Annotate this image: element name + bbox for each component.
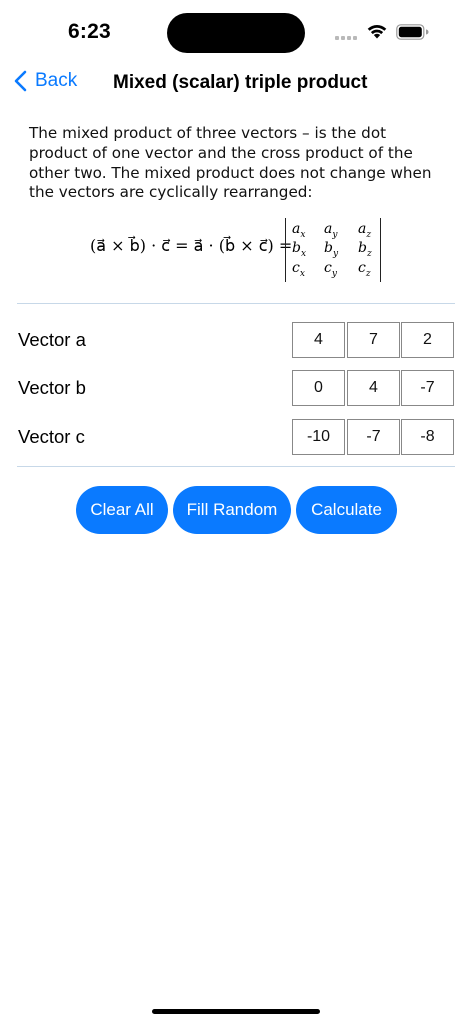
vector-b-z-input[interactable]: -7 [401, 370, 454, 406]
matrix-cell: cz [358, 260, 371, 279]
vector-c-z-input[interactable]: -8 [401, 419, 454, 455]
status-bar: 6:23 [0, 0, 472, 60]
wifi-icon [367, 25, 387, 39]
dynamic-island [167, 13, 305, 53]
matrix-cell: cy [324, 260, 337, 279]
matrix-cell: by [324, 240, 339, 259]
matrix-cell: az [358, 221, 372, 240]
vector-a-row: Vector a 4 7 2 [0, 322, 472, 358]
vector-a-y-input[interactable]: 7 [347, 322, 400, 358]
matrix-cell: ax [292, 221, 306, 240]
back-button[interactable]: Back [14, 70, 77, 92]
matrix-cell: bz [358, 240, 372, 259]
calculate-button[interactable]: Calculate [296, 486, 397, 534]
vector-c-x-input[interactable]: -10 [292, 419, 345, 455]
chevron-left-icon [14, 70, 27, 92]
clear-all-button[interactable]: Clear All [76, 486, 168, 534]
vector-a-label: Vector a [18, 329, 86, 350]
matrix-cell: ay [324, 221, 338, 240]
vector-a-x-input[interactable]: 4 [292, 322, 345, 358]
vector-a-z-input[interactable]: 2 [401, 322, 454, 358]
divider [17, 466, 455, 467]
navigation-bar: Back Mixed (scalar) triple product [0, 64, 472, 104]
status-time: 6:23 [68, 20, 111, 43]
battery-icon [396, 24, 429, 40]
vector-b-y-input[interactable]: 4 [347, 370, 400, 406]
back-label: Back [35, 70, 78, 91]
vector-b-row: Vector b 0 4 -7 [0, 370, 472, 406]
determinant-matrix: ax ay az bx by bz cx cy cz [285, 218, 381, 282]
formula-lhs: (a⃗ × b⃗) · c⃗ = a⃗ · (b⃗ × c⃗) = [90, 236, 293, 255]
page-title: Mixed (scalar) triple product [113, 72, 368, 93]
vector-c-y-input[interactable]: -7 [347, 419, 400, 455]
description-text: The mixed product of three vectors – is … [29, 124, 432, 202]
vector-b-label: Vector b [18, 377, 86, 398]
divider [17, 303, 455, 304]
cellular-signal-icon [335, 34, 361, 40]
matrix-cell: cx [292, 260, 305, 279]
home-indicator[interactable] [152, 1009, 320, 1014]
triple-product-formula: (a⃗ × b⃗) · c⃗ = a⃗ · (b⃗ × c⃗) = ax ay … [90, 218, 390, 284]
fill-random-button[interactable]: Fill Random [173, 486, 291, 534]
vector-c-row: Vector c -10 -7 -8 [0, 419, 472, 455]
matrix-cell: bx [292, 240, 307, 259]
vector-b-x-input[interactable]: 0 [292, 370, 345, 406]
vector-c-label: Vector c [18, 426, 85, 447]
